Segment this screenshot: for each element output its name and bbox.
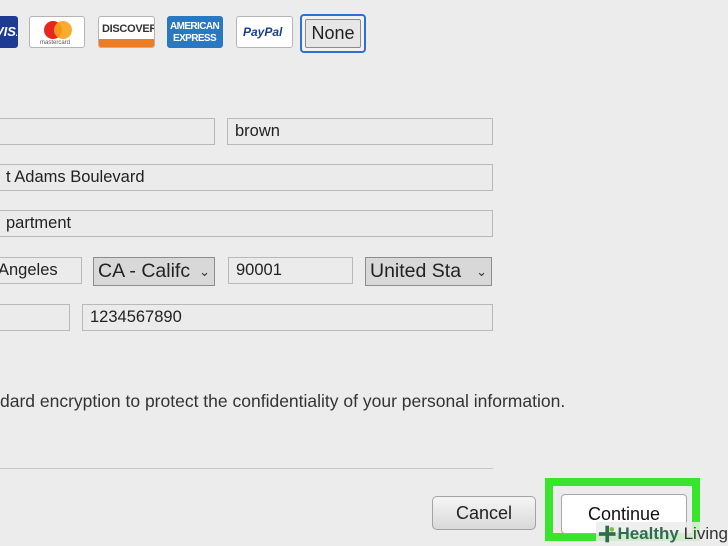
divider	[0, 468, 493, 469]
address-line1-input[interactable]: t Adams Boulevard	[0, 164, 493, 191]
discover-stripe	[99, 39, 154, 47]
visa-card-button[interactable]: VISA	[0, 16, 18, 48]
country-value: United Sta	[370, 260, 462, 282]
chevron-down-icon: ⌄	[476, 264, 487, 279]
first-name-input[interactable]	[0, 118, 215, 145]
address-line2-input[interactable]: partment	[0, 210, 493, 237]
healthy-living-watermark: Healthy Living	[596, 522, 728, 546]
watermark-text: Living	[678, 524, 728, 543]
discover-label: DISCOVER	[102, 23, 155, 35]
zip-input[interactable]: 90001	[228, 257, 353, 284]
amex-card-button[interactable]: AMERICAN EXPRESS	[167, 16, 223, 48]
cancel-button[interactable]: Cancel	[432, 496, 536, 530]
visa-label: VISA	[0, 24, 17, 39]
country-select[interactable]: United Sta ⌄	[365, 257, 492, 286]
encryption-info-text: dard encryption to protect the confident…	[0, 391, 566, 411]
state-value: CA - Califc	[98, 260, 191, 282]
amex-label-line2: EXPRESS	[173, 33, 217, 44]
watermark-bold-text: Healthy	[617, 524, 679, 543]
chevron-down-icon: ⌄	[199, 264, 210, 279]
last-name-input[interactable]: brown	[227, 118, 493, 145]
none-label: None	[305, 19, 361, 48]
amex-label-line1: AMERICAN	[170, 21, 220, 32]
state-select[interactable]: CA - Califc ⌄	[93, 257, 215, 286]
phone-input[interactable]: 1234567890	[82, 304, 493, 331]
paypal-card-button[interactable]: PayPal	[236, 16, 293, 48]
discover-card-button[interactable]: DISCOVER	[98, 16, 155, 48]
paypal-label: PayPal	[243, 25, 283, 39]
healthy-living-logo-icon	[598, 525, 616, 543]
none-payment-button[interactable]: None	[300, 14, 366, 53]
city-input[interactable]: Angeles	[0, 257, 82, 284]
mastercard-label: mastercard	[40, 40, 71, 46]
mastercard-card-button[interactable]: mastercard	[29, 16, 85, 48]
phone-prefix-input[interactable]	[0, 304, 70, 331]
